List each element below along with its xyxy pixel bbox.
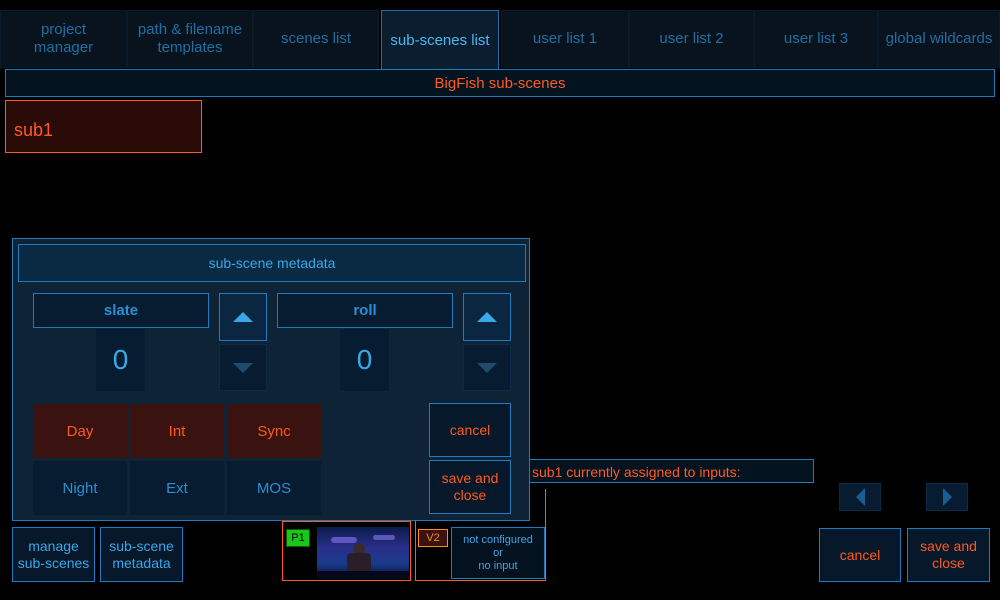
page-title: BigFish sub-scenes [5,69,995,97]
slate-decrement-button[interactable] [219,344,267,391]
tab-project-manager[interactable]: project manager [0,10,127,68]
tab-user-list-1[interactable]: user list 1 [501,10,629,68]
arrow-down-icon [233,362,253,373]
tab-scenes-list[interactable]: scenes list [253,10,379,68]
save-and-close-button[interactable]: save and close [907,528,990,582]
subscene-item[interactable]: sub1 [5,100,202,153]
roll-increment-button[interactable] [463,293,511,341]
toggle-sync[interactable]: Sync [227,404,321,458]
toggle-day[interactable]: Day [33,404,127,458]
video-thumbnail [317,527,409,579]
prev-page-button[interactable] [839,483,881,511]
slate-value: 0 [96,329,145,391]
arrow-up-icon [477,312,497,322]
tab-user-list-3[interactable]: user list 3 [754,10,878,68]
toggle-ext[interactable]: Ext [130,461,224,515]
arrow-left-icon [855,488,865,506]
dialog-title: sub-scene metadata [18,244,526,282]
input-v2-badge: V2 [418,529,448,547]
input-p1-card[interactable]: P1 [282,521,411,581]
manage-subscenes-button[interactable]: manage sub-scenes [12,527,95,582]
arrow-right-icon [942,488,952,506]
arrow-up-icon [233,312,253,322]
roll-label: roll [277,293,453,328]
input-v2-status: not configured or no input [451,527,545,579]
tab-user-list-2[interactable]: user list 2 [629,10,754,68]
arrow-down-icon [477,362,497,373]
next-page-button[interactable] [926,483,968,511]
tab-path-filename-templates[interactable]: path & filename templates [127,10,253,68]
input-p1-badge: P1 [286,529,310,547]
cancel-button[interactable]: cancel [819,528,901,582]
roll-value: 0 [340,329,389,391]
tab-global-wildcards[interactable]: global wildcards [878,10,1000,68]
assigned-inputs-label: sub1 currently assigned to inputs: [525,459,814,483]
toggle-mos[interactable]: MOS [227,461,321,515]
toggle-night[interactable]: Night [33,461,127,515]
subscene-metadata-button[interactable]: sub-scene metadata [100,527,183,582]
dialog-cancel-button[interactable]: cancel [429,403,511,457]
dialog-save-and-close-button[interactable]: save and close [429,460,511,514]
slate-increment-button[interactable] [219,293,267,341]
toggle-int[interactable]: Int [130,404,224,458]
tab-sub-scenes-list[interactable]: sub-scenes list [381,10,499,70]
roll-decrement-button[interactable] [463,344,511,391]
slate-label: slate [33,293,209,328]
metadata-dialog: sub-scene metadata slate 0 roll 0 Day In… [12,238,530,521]
